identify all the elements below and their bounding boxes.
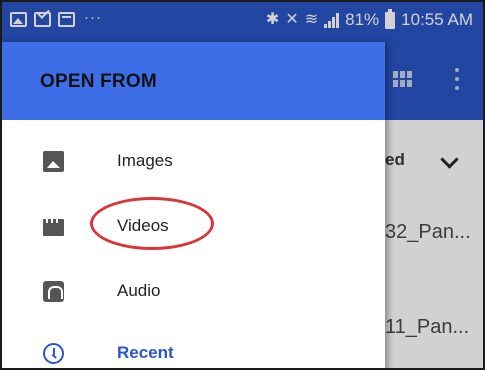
drawer-item-label: Recent (117, 343, 174, 362)
image-icon (43, 150, 64, 172)
app-screen: ··· ✱ ✕ ≋ 81% 10:55 AM ed 32_Pan... 11_P… (0, 0, 485, 370)
drawer-item-images[interactable]: Images (2, 130, 385, 192)
drawer-header: OPEN FROM (2, 42, 385, 120)
video-icon (43, 219, 64, 236)
clock-icon (43, 342, 64, 364)
annotation-highlight-circle (90, 197, 214, 250)
drawer-item-audio[interactable]: Audio (2, 260, 385, 322)
headphones-icon (43, 280, 64, 302)
drawer-item-recent[interactable]: Recent (2, 322, 385, 368)
drawer-title: OPEN FROM (40, 71, 157, 92)
drawer-item-label: Images (117, 151, 173, 170)
drawer-item-label: Audio (117, 281, 161, 300)
